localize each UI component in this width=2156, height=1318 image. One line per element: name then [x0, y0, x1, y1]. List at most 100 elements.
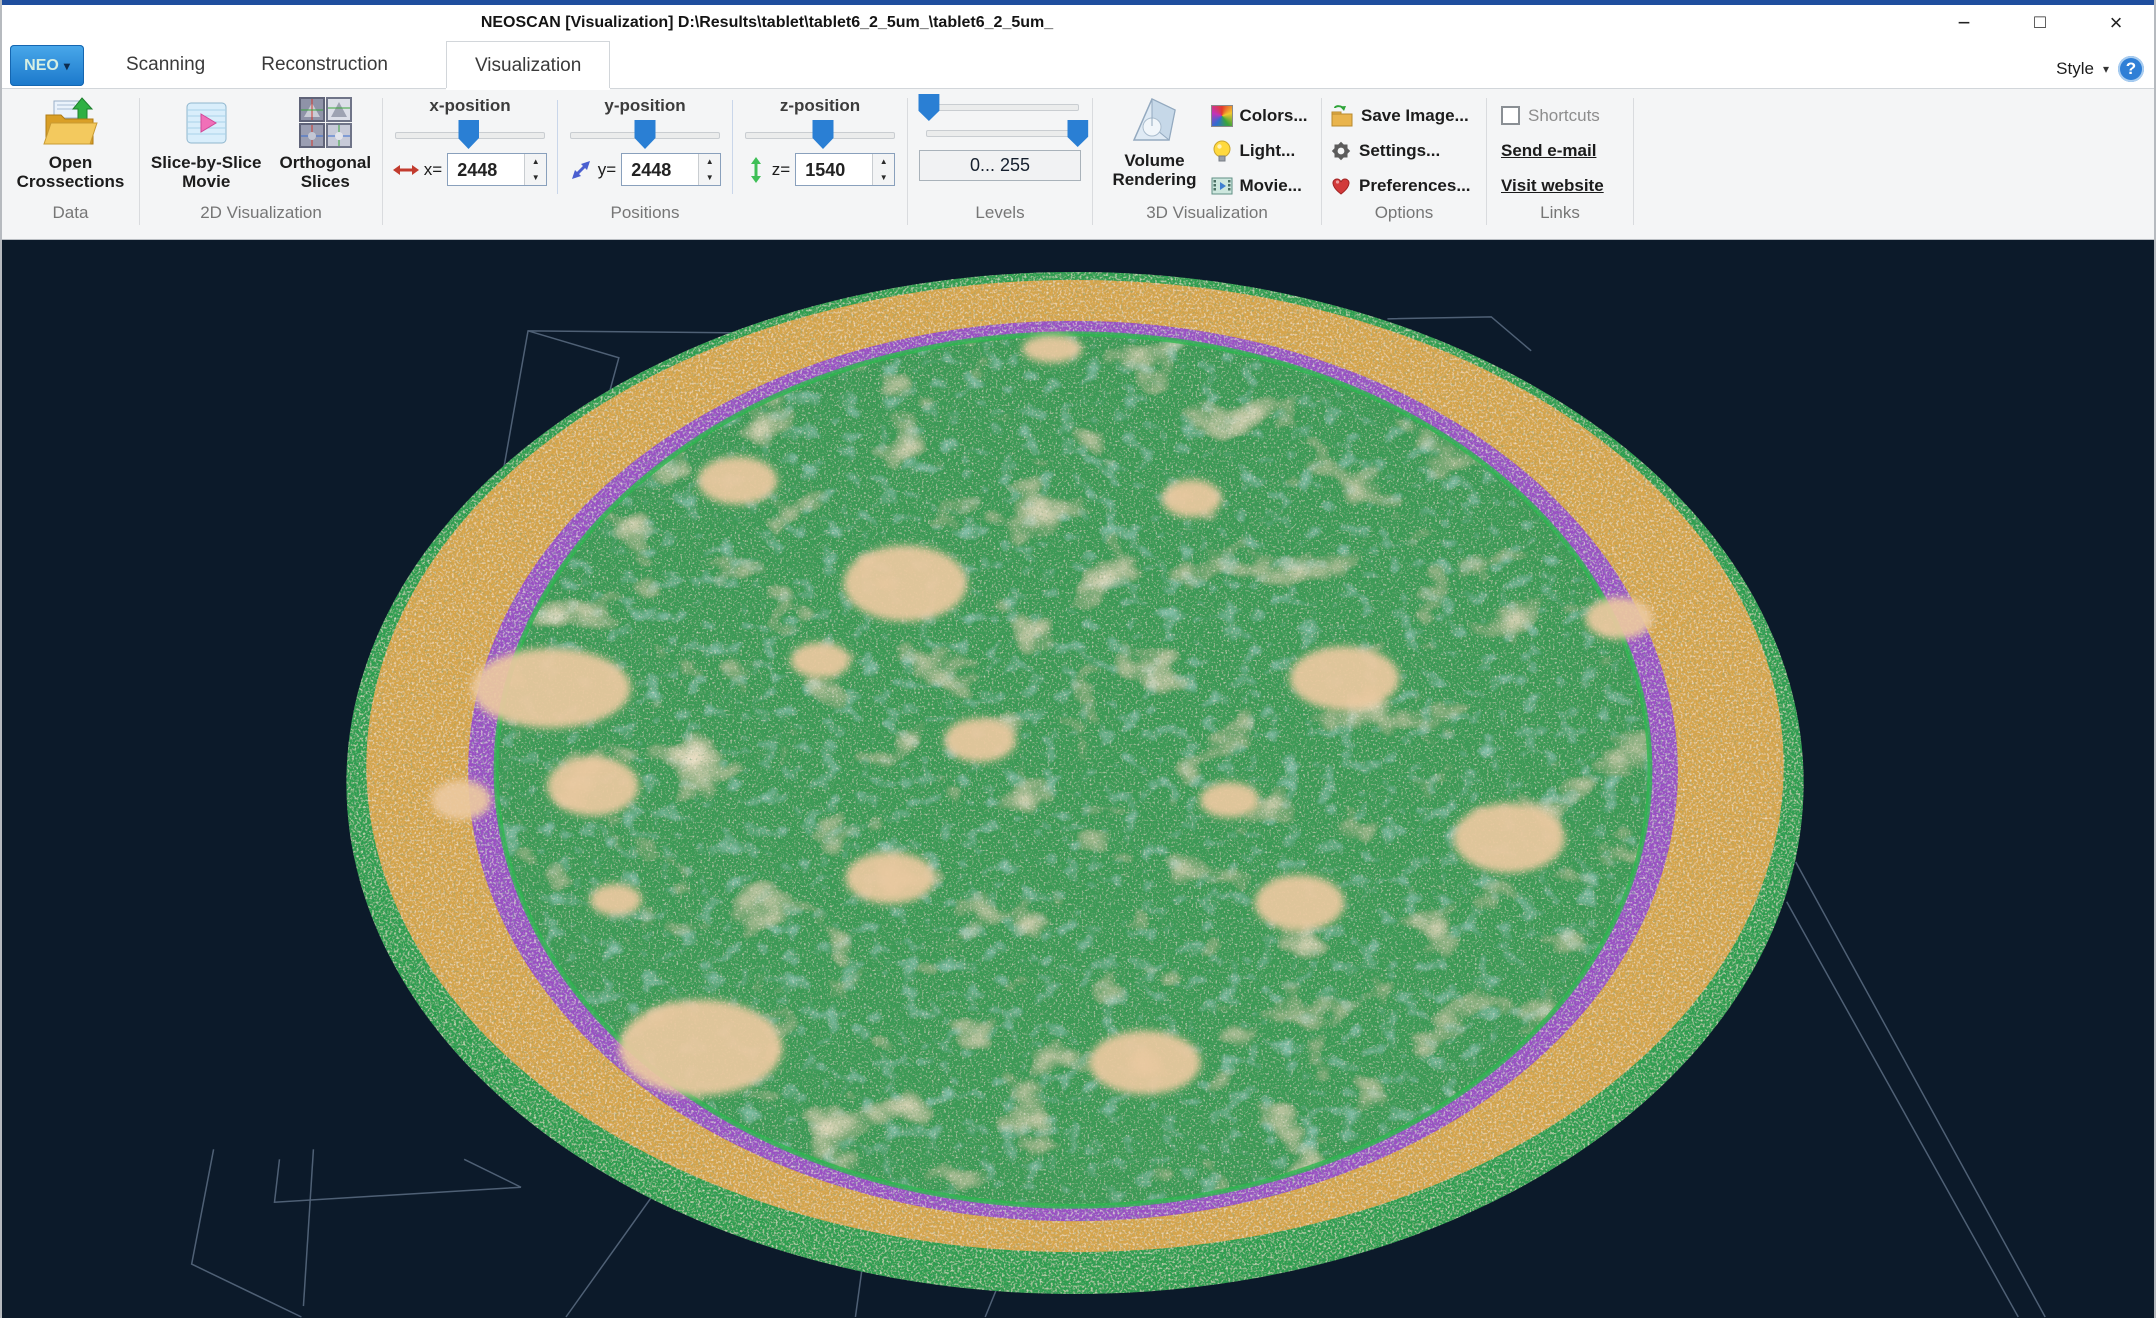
group-label-options: Options: [1322, 200, 1486, 224]
shortcuts-checkbox[interactable]: [1501, 106, 1520, 125]
colors-label: Colors...: [1240, 106, 1308, 126]
y-position-title: y-position: [604, 96, 685, 116]
y-position-slider-handle[interactable]: [635, 120, 656, 149]
movie-label: Movie...: [1240, 176, 1302, 196]
style-selector[interactable]: Style: [2056, 59, 2094, 79]
heart-icon: [1330, 176, 1352, 196]
slider-track[interactable]: [926, 130, 1084, 137]
volume-rendering-button[interactable]: VolumeRendering: [1106, 94, 1202, 191]
y-decrement-button[interactable]: ▼: [699, 170, 720, 186]
levels-range-button[interactable]: 0... 255: [919, 150, 1081, 181]
colors-button[interactable]: Colors...: [1211, 98, 1308, 133]
volume-rendering-icon: [1125, 96, 1183, 148]
slice-movie-icon: [178, 96, 234, 150]
x-increment-button[interactable]: ▲: [525, 154, 546, 170]
preferences-label: Preferences...: [1359, 176, 1471, 196]
light-label: Light...: [1240, 141, 1296, 161]
x-position-value[interactable]: 2448: [448, 154, 524, 185]
button-label: Slice-by-Slice: [151, 153, 262, 172]
x-position-title: x-position: [429, 96, 510, 116]
button-label: Open: [17, 153, 125, 172]
open-crossections-button[interactable]: OpenCrossections: [11, 94, 131, 193]
button-label: Volume: [1112, 151, 1196, 170]
y-position-value[interactable]: 2448: [622, 154, 698, 185]
level-high-handle[interactable]: [1067, 120, 1088, 147]
tab-reconstruction[interactable]: Reconstruction: [233, 41, 416, 88]
button-label: Orthogonal: [279, 153, 371, 172]
group-2d-visualization: Slice-by-SliceMovie OrthogonalSlices: [140, 94, 382, 239]
y-position-slider[interactable]: [570, 118, 720, 150]
z-position-value[interactable]: 1540: [796, 154, 872, 185]
style-block: Style ▾ ?: [2056, 56, 2144, 82]
settings-button[interactable]: Settings...: [1330, 133, 1471, 168]
level-low-handle[interactable]: [918, 94, 939, 121]
level-low-slider[interactable]: [921, 94, 1079, 120]
help-icon[interactable]: ?: [2118, 56, 2144, 82]
chevron-down-icon[interactable]: ▾: [2103, 62, 2109, 76]
app-window: NEOSCAN [Visualization] D:\Results\table…: [0, 0, 2156, 1318]
level-high-slider[interactable]: [926, 120, 1084, 146]
button-label: Movie: [151, 172, 262, 191]
z-position-title: z-position: [780, 96, 860, 116]
y-prefix: y=: [598, 160, 616, 180]
y-position-control: y-position y= 2448: [558, 94, 732, 200]
z-position-slider[interactable]: [745, 118, 895, 150]
x-decrement-button[interactable]: ▼: [525, 170, 546, 186]
visit-website-link[interactable]: Visit website: [1501, 176, 1604, 196]
render-viewport-3d[interactable]: [2, 240, 2154, 1318]
minimize-icon: −: [1958, 10, 1971, 36]
titlebar: NEOSCAN [Visualization] D:\Results\table…: [2, 5, 2154, 40]
z-position-input[interactable]: 1540 ▲ ▼: [795, 153, 895, 186]
orthogonal-slices-icon: [296, 96, 354, 150]
group-label-data: Data: [2, 200, 139, 224]
z-position-slider-handle[interactable]: [813, 120, 834, 149]
x-position-control: x-position x= 2448: [383, 94, 557, 200]
x-axis-icon: [393, 159, 419, 181]
tablet-3d-render: [346, 272, 1803, 1294]
x-position-slider[interactable]: [395, 118, 545, 150]
y-position-input[interactable]: 2448 ▲ ▼: [621, 153, 721, 186]
tab-visualization[interactable]: Visualization: [446, 41, 610, 88]
group-levels: 0... 255 Levels: [908, 94, 1092, 239]
save-image-label: Save Image...: [1361, 106, 1469, 126]
preferences-button[interactable]: Preferences...: [1330, 168, 1471, 203]
viewport-canvas: [2, 240, 2154, 1318]
bulb-icon: [1211, 140, 1233, 162]
settings-label: Settings...: [1359, 141, 1440, 161]
group-label-3d-visualization: 3D Visualization: [1093, 200, 1321, 224]
x-position-input[interactable]: 2448 ▲ ▼: [447, 153, 547, 186]
group-label-levels: Levels: [908, 200, 1092, 224]
z-decrement-button[interactable]: ▼: [873, 170, 894, 186]
window-title: NEOSCAN [Visualization] D:\Results\table…: [2, 5, 1532, 40]
maximize-button[interactable]: □: [2012, 5, 2068, 40]
group-label-links: Links: [1487, 200, 1633, 224]
gear-icon: [1330, 140, 1352, 162]
close-icon: ×: [2110, 10, 2123, 36]
group-3d-visualization: VolumeRendering Colors... Light...: [1093, 94, 1321, 239]
minimize-button[interactable]: −: [1936, 5, 1992, 40]
send-email-link[interactable]: Send e-mail: [1501, 141, 1596, 161]
save-image-button[interactable]: Save Image...: [1330, 98, 1471, 133]
x-position-slider-handle[interactable]: [458, 120, 479, 149]
app-menu-label: NEO: [24, 57, 59, 75]
app-menu-button[interactable]: NEO ▾: [10, 45, 84, 86]
group-label-positions: Positions: [383, 200, 907, 224]
slider-track[interactable]: [921, 104, 1079, 111]
orthogonal-slices-button[interactable]: OrthogonalSlices: [273, 94, 377, 193]
group-positions: x-position x= 2448: [383, 94, 907, 239]
movie-button[interactable]: Movie...: [1211, 168, 1308, 203]
close-button[interactable]: ×: [2088, 5, 2144, 40]
light-button[interactable]: Light...: [1211, 133, 1308, 168]
slice-by-slice-movie-button[interactable]: Slice-by-SliceMovie: [145, 94, 268, 193]
x-prefix: x=: [424, 160, 442, 180]
z-increment-button[interactable]: ▲: [873, 154, 894, 170]
palette-icon: [1211, 105, 1233, 127]
tab-scanning[interactable]: Scanning: [98, 41, 233, 88]
y-increment-button[interactable]: ▲: [699, 154, 720, 170]
ribbon: OpenCrossections Data Slice-by-SliceMovi…: [2, 88, 2154, 240]
group-label-2d-visualization: 2D Visualization: [140, 200, 382, 224]
button-label: Rendering: [1112, 170, 1196, 189]
ribbon-filler: [1634, 94, 2154, 239]
ribbon-tab-bar: NEO ▾ Scanning Reconstruction Visualizat…: [2, 40, 2154, 88]
group-links: Shortcuts Send e-mail Visit website Link…: [1487, 94, 1633, 239]
